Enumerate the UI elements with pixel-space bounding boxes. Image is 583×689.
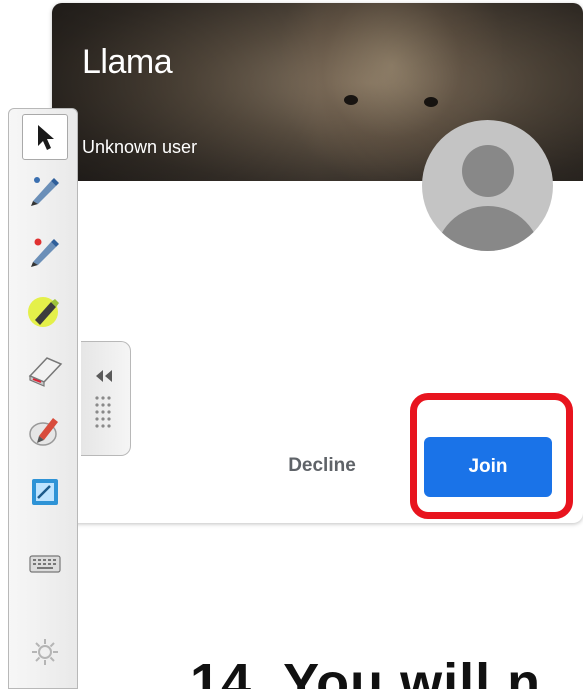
avatar-body	[435, 206, 541, 251]
notebook-icon[interactable]	[22, 469, 68, 515]
gear-icon[interactable]	[22, 629, 68, 675]
avatar	[422, 120, 553, 251]
highlighter-icon[interactable]	[22, 287, 68, 333]
join-highlight-box	[410, 393, 573, 519]
keyboard-icon[interactable]	[22, 541, 68, 587]
drag-grip-icon	[95, 396, 111, 428]
meeting-title: Llama	[82, 43, 173, 81]
decline-button[interactable]: Decline	[272, 446, 372, 486]
step-caption: 14. You will n	[190, 653, 542, 689]
avatar-head	[462, 145, 514, 197]
pen-icon[interactable]	[22, 166, 68, 212]
red-pen-icon[interactable]	[22, 227, 68, 273]
annotation-toolbar	[8, 108, 78, 689]
organizer-label: Unknown user	[82, 137, 198, 157]
double-chevron-left-icon	[96, 370, 112, 382]
cursor-arrow-icon[interactable]	[22, 114, 68, 160]
eraser-icon[interactable]	[22, 347, 68, 393]
toolbar-collapse-handle[interactable]	[81, 341, 131, 456]
magic-pen-icon[interactable]	[22, 407, 68, 453]
